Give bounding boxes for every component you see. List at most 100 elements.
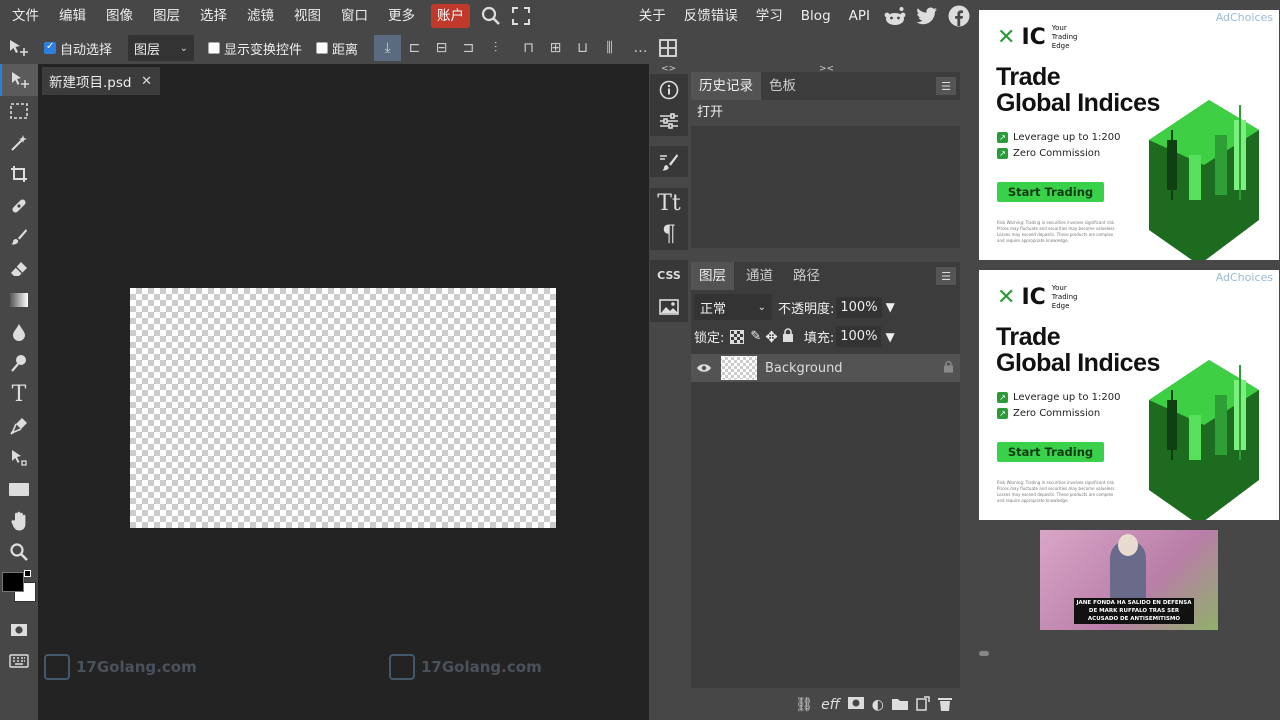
image-icon[interactable] [650,291,688,322]
pen-tool-icon[interactable] [0,411,38,443]
link-layers-icon[interactable]: ⛓ [795,697,813,713]
align-center-v-icon[interactable]: ⊞ [542,35,569,61]
grid-icon[interactable] [654,35,681,61]
start-trading-button[interactable]: Start Trading [997,182,1104,202]
hand-icon[interactable] [0,505,38,537]
menu-layer[interactable]: 图层 [143,0,190,32]
info-icon[interactable] [650,74,688,105]
reddit-icon[interactable] [879,0,911,32]
tab-channels[interactable]: 通道 [734,262,785,290]
path-select-icon[interactable] [0,442,38,474]
marquee-select-icon[interactable] [0,96,38,128]
menu-account[interactable]: 账户 [431,4,470,28]
align-top-icon[interactable]: ⊓ [515,35,542,61]
distance-checkbox[interactable]: 距离 [316,39,358,58]
foreground-color-swatch[interactable] [2,572,24,592]
show-transform-check-icon[interactable] [208,42,221,54]
distance-check-icon[interactable] [316,42,329,54]
opacity-dropdown-icon[interactable]: ▼ [886,300,895,314]
eraser-icon[interactable] [0,253,38,285]
menu-filter[interactable]: 滤镜 [237,0,284,32]
lock-pixels-icon[interactable]: ✎ [750,329,761,344]
paragraph-icon[interactable]: ¶ [650,219,688,250]
fill-input[interactable]: 100% [836,326,882,347]
twitter-icon[interactable] [911,0,943,32]
menu-file[interactable]: 文件 [2,0,49,32]
layer-effects-icon[interactable]: eff [821,697,840,713]
visibility-eye-icon[interactable] [693,363,715,373]
canvas-workspace[interactable]: 新建项目.psd ✕ 17Golang.com 17Golang.com [38,64,649,720]
magic-wand-icon[interactable] [0,127,38,159]
start-trading-button[interactable]: Start Trading [997,442,1104,462]
color-swatches[interactable] [0,568,38,612]
tab-history[interactable]: 历史记录 [691,72,761,100]
dodge-icon[interactable] [0,348,38,380]
menu-more[interactable]: 更多 [378,0,425,32]
character-icon[interactable]: Tt [650,188,688,219]
tab-swatches[interactable]: 色板 [761,72,804,100]
history-entry[interactable]: 打开 [691,100,960,126]
scroll-handle[interactable] [979,651,989,656]
layer-row[interactable]: Background [691,354,960,382]
new-layer-icon[interactable] [916,695,930,715]
auto-select-target-select[interactable]: 图层 ⌄ [128,35,195,61]
panel-menu-icon[interactable]: ☰ [936,77,956,95]
delete-layer-icon[interactable] [938,696,952,715]
quick-mask-icon[interactable] [0,614,38,646]
collapse-arrows-icon[interactable]: <> [661,64,676,74]
gradient-icon[interactable] [0,285,38,317]
advertisement-banner[interactable]: AdChoices ✕ IC Your Trading Edge Trade G… [979,10,1279,260]
lock-position-icon[interactable]: ✥ [765,328,778,346]
css-icon[interactable]: CSS [650,260,688,291]
tab-layers[interactable]: 图层 [691,262,734,290]
lock-transparency-icon[interactable] [730,329,745,344]
menu-view[interactable]: 视图 [284,0,331,32]
keyboard-icon[interactable] [0,646,38,678]
distribute-v-icon[interactable]: ⫼ [596,35,623,61]
news-thumbnail[interactable]: JANE FONDA HA SALIDO EN DEFENSA DE MARK … [1040,530,1218,630]
auto-select-check-icon[interactable] [44,41,56,54]
rectangle-shape-icon[interactable] [0,474,38,506]
layer-mask-icon[interactable] [847,697,864,713]
facebook-icon[interactable] [943,0,975,32]
menu-blog[interactable]: Blog [792,0,840,32]
fullscreen-icon[interactable] [506,0,536,32]
close-tab-icon[interactable]: ✕ [141,74,152,89]
adjustment-layer-icon[interactable]: ◐ [872,697,884,713]
menu-about[interactable]: 关于 [630,0,675,32]
tab-paths[interactable]: 路径 [785,262,828,290]
advertisement-banner[interactable]: AdChoices ✕ IC Your Trading Edge Trade G… [979,270,1279,520]
lock-all-icon[interactable] [782,327,794,346]
zoom-icon[interactable] [0,537,38,569]
more-icon[interactable]: … [627,35,654,61]
move-tool-icon[interactable] [0,64,38,96]
healing-brush-icon[interactable] [0,190,38,222]
align-right-icon[interactable]: ⊐ [455,35,482,61]
align-left-icon[interactable]: ⊏ [401,35,428,61]
align-center-h-icon[interactable]: ⊟ [428,35,455,61]
blend-mode-select[interactable]: 正常 ⌄ [694,294,772,320]
menu-api[interactable]: API [840,0,879,32]
menu-image[interactable]: 图像 [96,0,143,32]
blur-drop-icon[interactable] [0,316,38,348]
adchoices-label[interactable]: AdChoices [1216,271,1273,284]
brush-settings-icon[interactable] [650,146,688,177]
align-bottom-icon[interactable]: ⊔ [569,35,596,61]
distribute-h-icon[interactable]: ⫶ [482,35,509,61]
crop-icon[interactable] [0,159,38,191]
swap-colors-icon[interactable] [24,570,31,577]
show-transform-checkbox[interactable]: 显示变换控件 [208,39,302,58]
download-align-icon[interactable]: ⤓ [374,35,402,61]
new-group-icon[interactable] [892,697,908,714]
menu-window[interactable]: 窗口 [331,0,378,32]
menu-edit[interactable]: 编辑 [49,0,96,32]
document-tab[interactable]: 新建项目.psd ✕ [42,67,160,95]
menu-learn[interactable]: 学习 [747,0,792,32]
fill-dropdown-icon[interactable]: ▼ [885,330,894,344]
text-tool-icon[interactable]: T [0,379,38,411]
panel-menu-icon[interactable]: ☰ [936,267,956,285]
search-icon[interactable] [476,0,506,32]
opacity-input[interactable]: 100% [836,296,882,318]
brush-icon[interactable] [0,222,38,254]
document-canvas[interactable] [130,288,556,528]
